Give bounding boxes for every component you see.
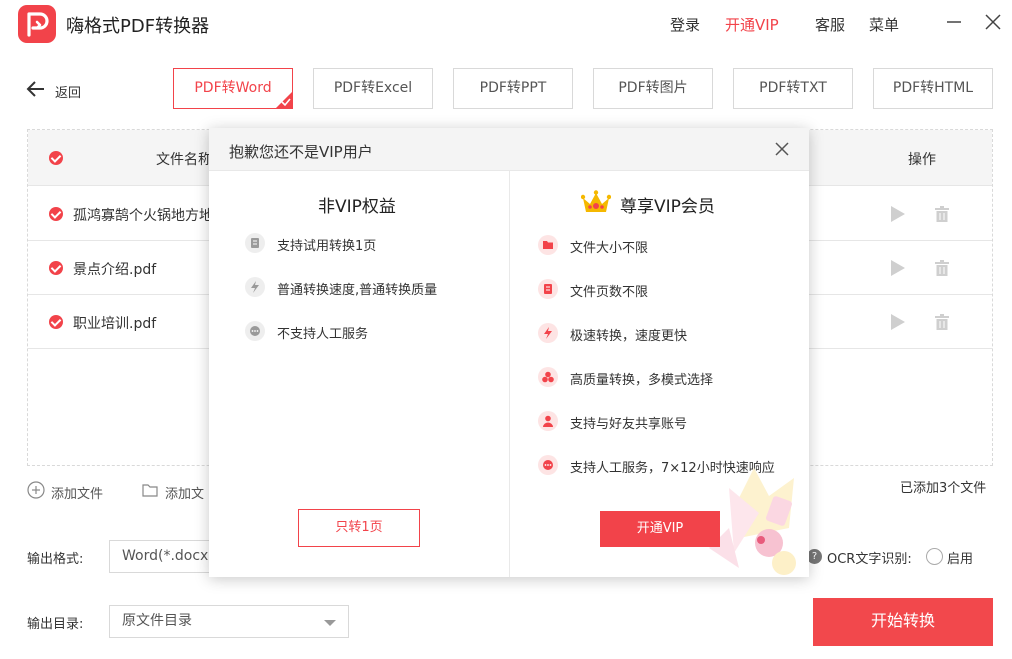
add-file-label: 添加文件 (51, 483, 103, 502)
document-icon (538, 279, 558, 299)
login-link[interactable]: 登录 (670, 14, 700, 35)
user-icon (538, 411, 558, 431)
app-logo-icon (18, 5, 56, 43)
cluster-icon (538, 367, 558, 387)
tab-label: PDF转HTML (893, 80, 973, 96)
crown-icon (581, 190, 611, 216)
close-icon[interactable] (983, 12, 1003, 32)
output-dir-label: 输出目录: (27, 613, 83, 632)
play-icon[interactable] (890, 205, 906, 223)
output-format-label: 输出格式: (27, 548, 83, 567)
vip-title: 尊享VIP会员 (620, 192, 715, 217)
column-header-file-name: 文件名称 (156, 149, 212, 169)
row-checkbox[interactable] (49, 315, 63, 329)
nonvip-feature: 普通转换速度,普通转换质量 (277, 279, 437, 298)
arrow-left-icon (26, 80, 46, 98)
trash-icon[interactable] (933, 259, 951, 277)
tab-pdf-to-txt[interactable]: PDF转TXT (733, 68, 853, 109)
trash-icon[interactable] (933, 205, 951, 223)
trash-icon[interactable] (933, 313, 951, 331)
vip-feature: 文件页数不限 (570, 281, 648, 300)
ocr-enable-radio[interactable] (926, 548, 943, 565)
tab-pdf-to-html[interactable]: PDF转HTML (873, 68, 993, 109)
back-button[interactable]: 返回 (26, 78, 106, 102)
lightning-icon (245, 277, 265, 297)
start-convert-button[interactable]: 开始转换 (813, 598, 993, 646)
select-all-checkbox[interactable] (49, 151, 63, 165)
add-folder-button[interactable]: 添加文 (141, 481, 211, 501)
tab-pdf-to-excel[interactable]: PDF转Excel (313, 68, 433, 109)
ocr-enable-label: 启用 (947, 548, 973, 567)
folder-icon (538, 235, 558, 255)
vip-feature: 文件大小不限 (570, 237, 648, 256)
nonvip-feature: 支持试用转换1页 (277, 235, 376, 254)
tab-pdf-to-word[interactable]: PDF转Word (173, 68, 293, 109)
customer-service-link[interactable]: 客服 (815, 14, 845, 35)
minimize-icon[interactable] (944, 12, 964, 32)
app-title: 嗨格式PDF转换器 (66, 12, 209, 38)
back-label: 返回 (55, 82, 81, 101)
title-bar: 嗨格式PDF转换器 登录 开通VIP 客服 菜单 (0, 0, 1012, 48)
document-icon (245, 233, 265, 253)
open-vip-link[interactable]: 开通VIP (725, 14, 779, 35)
chat-icon (538, 455, 558, 475)
row-checkbox[interactable] (49, 207, 63, 221)
file-name: 孤鸿寡鹄个火锅地方地 (73, 205, 213, 225)
file-count: 已添加3个文件 (900, 477, 986, 496)
tab-label: PDF转Excel (334, 80, 412, 96)
chat-icon (245, 321, 265, 341)
plus-circle-icon (27, 481, 45, 499)
open-vip-button[interactable]: 开通VIP (600, 511, 720, 547)
output-dir-select[interactable]: 原文件目录 (109, 605, 349, 638)
ocr-label: OCR文字识别: (827, 548, 912, 567)
tab-label: PDF转PPT (480, 80, 547, 96)
modal-close-icon[interactable] (775, 142, 789, 156)
vip-modal: 抱歉您还不是VIP用户 非VIP权益 支持试用转换1页 普通转换速度,普通转换质… (209, 128, 809, 577)
nonvip-title: 非VIP权益 (318, 192, 396, 217)
file-name: 景点介绍.pdf (73, 259, 156, 279)
tab-label: PDF转TXT (759, 80, 827, 96)
play-icon[interactable] (890, 313, 906, 331)
modal-header: 抱歉您还不是VIP用户 (209, 128, 809, 171)
tab-label: PDF转图片 (618, 80, 687, 96)
ocr-help-icon[interactable]: ? (807, 549, 822, 564)
nonvip-feature: 不支持人工服务 (277, 323, 368, 342)
tab-label: PDF转Word (194, 80, 271, 96)
add-folder-label: 添加文 (165, 483, 204, 502)
chevron-down-icon (324, 620, 336, 626)
tab-pdf-to-ppt[interactable]: PDF转PPT (453, 68, 573, 109)
output-format-value: Word(*.docx) (122, 548, 214, 564)
play-icon[interactable] (890, 259, 906, 277)
modal-divider (509, 171, 510, 577)
add-file-button[interactable]: 添加文件 (27, 481, 127, 501)
modal-title: 抱歉您还不是VIP用户 (229, 141, 373, 162)
vip-feature: 极速转换，速度更快 (570, 325, 687, 344)
vip-feature: 高质量转换，多模式选择 (570, 369, 713, 388)
column-header-operation: 操作 (908, 149, 936, 169)
lightning-icon (538, 323, 558, 343)
check-icon (281, 97, 291, 107)
folder-icon (141, 481, 159, 499)
convert-one-page-button[interactable]: 只转1页 (298, 509, 420, 547)
file-name: 职业培训.pdf (73, 313, 156, 333)
menu-link[interactable]: 菜单 (869, 14, 899, 35)
output-dir-value: 原文件目录 (122, 613, 192, 629)
vip-feature: 支持与好友共享账号 (570, 413, 687, 432)
row-checkbox[interactable] (49, 261, 63, 275)
tab-pdf-to-image[interactable]: PDF转图片 (593, 68, 713, 109)
